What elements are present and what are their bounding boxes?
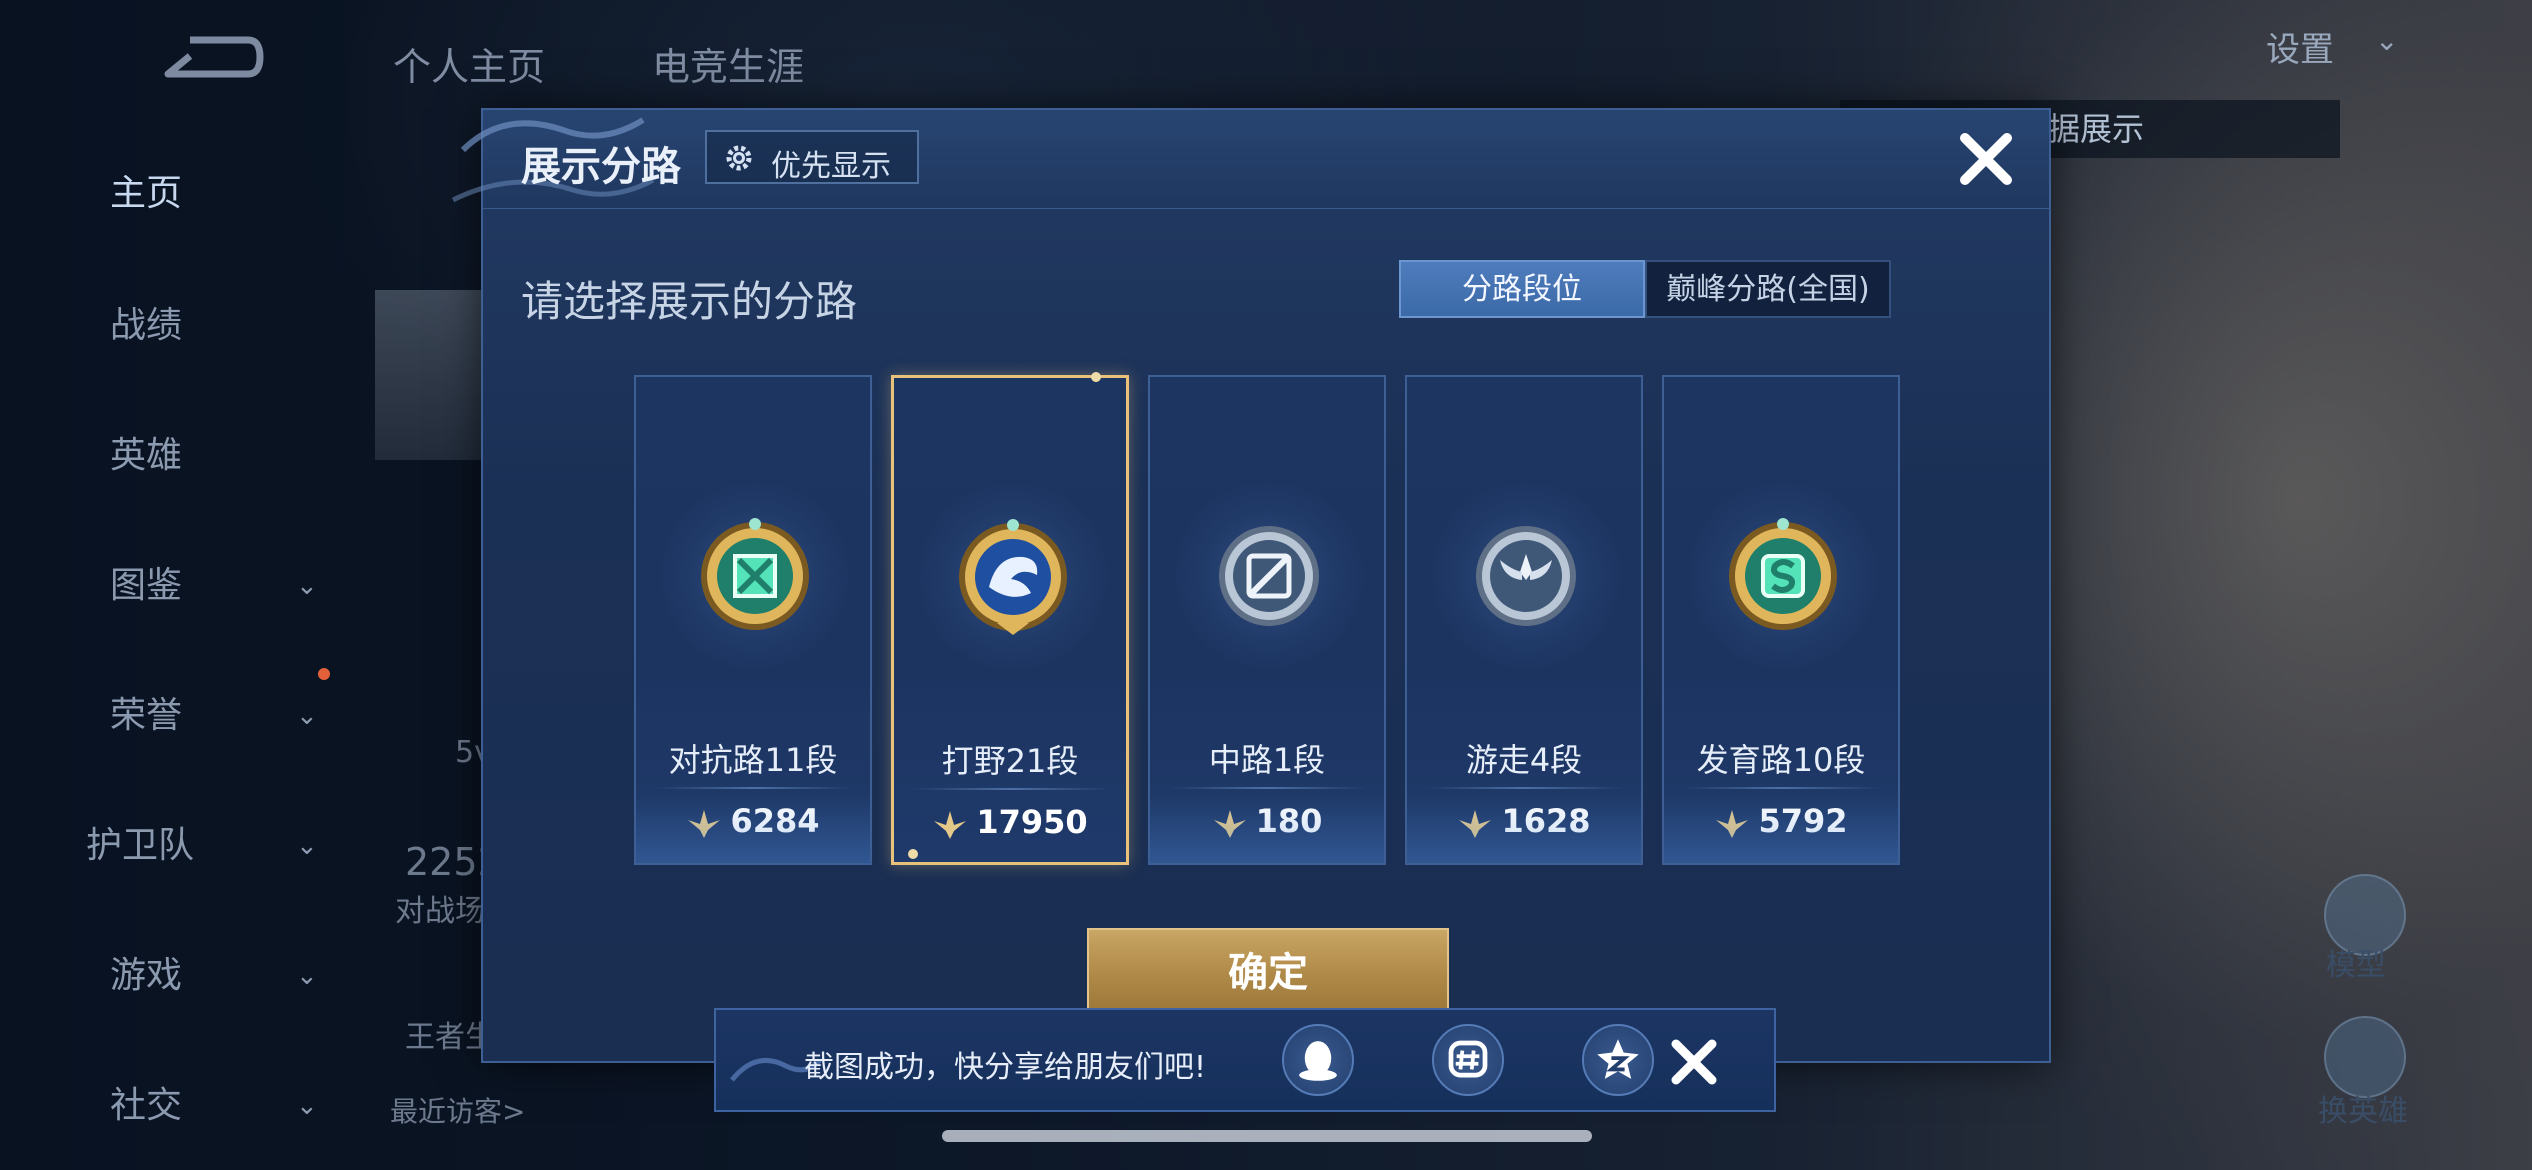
close-icon[interactable] [1951,124,2021,194]
star-glyph [1597,1039,1639,1079]
chevron-down-icon: ⌄ [296,961,318,991]
nav-item-label: 荣誉 [110,695,183,736]
card-glow [1150,793,1384,863]
chevron-down-icon: ⌄ [296,831,318,861]
card-glow [1664,793,1898,863]
lane-rank-label: 游走4段 [1465,741,1583,779]
notification-dot [318,668,330,680]
lane-rank-label: 发育路10段 [1696,741,1866,779]
divider [654,787,854,789]
tab-esports-career[interactable]: 电竞生涯 [652,36,804,91]
corner-sparkle [1091,372,1101,382]
close-icon[interactable] [1662,1030,1726,1094]
lane-display-dialog: 展示分路 优先显示 请选择展示的分路 分路段位 巅峰分路(全国) 对抗路11段 … [451,108,2051,1063]
nav-item-home[interactable]: 主页 [110,164,310,224]
clash-lane-emblem-icon [701,518,809,630]
qq-glyph [1299,1041,1337,1081]
corner-sparkle [908,849,918,859]
gear-icon [726,145,752,171]
chevron-down-icon: ⌄ [296,701,318,731]
toast-message: 截图成功，快分享给朋友们吧! [804,1050,1207,1085]
score-row: 17950 [894,803,1126,841]
lane-card-roam[interactable]: 游走4段 1628 [1405,375,1643,865]
score-value: 17950 [976,803,1088,841]
qq-icon[interactable] [1282,1024,1354,1096]
share-toast: 截图成功，快分享给朋友们吧! [714,1008,1776,1112]
divider [1168,787,1368,789]
chevron-down-icon: ⌄ [2375,24,2399,57]
qzone-icon[interactable] [1582,1024,1654,1096]
nav-item-label: 图鉴 [110,565,183,606]
swap-hero-label: 换英雄 [2318,1094,2408,1129]
nav-item-guard-team[interactable]: 护卫队 ⌄ [86,816,318,876]
nav-item-label: 护卫队 [86,825,195,866]
nav-item-heroes[interactable]: 英雄 [110,426,310,486]
nav-item-records[interactable]: 战绩 [110,296,310,356]
wechat-moments-icon[interactable] [1432,1024,1504,1096]
chevron-down-icon: ⌄ [296,1091,318,1121]
nav-item-games[interactable]: 游戏 ⌄ [110,946,318,1006]
settings-button[interactable]: 设置 [2266,22,2334,71]
card-glow [1407,793,1641,863]
mid-lane-emblem-icon [1219,526,1319,626]
nav-item-honor[interactable]: 荣誉 ⌄ [110,686,318,746]
priority-display-label: 优先显示 [771,149,891,184]
divider [1425,787,1625,789]
nav-item-codex[interactable]: 图鉴 ⌄ [110,556,318,616]
tab-peak-lane-national[interactable]: 巅峰分路(全国) [1645,260,1891,318]
nav-item-label: 战绩 [110,305,183,346]
lane-rank-label: 中路1段 [1208,741,1326,779]
divider [912,788,1112,790]
home-indicator[interactable] [942,1130,1592,1142]
nav-item-label: 英雄 [110,435,183,476]
lane-card-jungle[interactable]: 打野21段 17950 [891,372,1129,865]
points-icon [934,811,967,839]
confirm-button[interactable]: 确定 [1087,928,1449,1018]
lane-card-mid[interactable]: 中路1段 180 [1148,375,1386,865]
back-arrow-icon[interactable] [160,34,264,80]
chevron-down-icon: ⌄ [296,571,318,601]
nav-item-label: 游戏 [110,955,183,996]
card-glow [636,793,870,863]
background-text: 最近访客> [390,1095,526,1128]
lane-card-clash[interactable]: 对抗路11段 6284 [634,375,872,865]
jungle-dragon-emblem-icon [959,519,1067,635]
roam-wings-emblem-icon [1476,526,1576,626]
nav-item-social[interactable]: 社交 ⌄ [110,1076,318,1136]
tab-lane-rank[interactable]: 分路段位 [1399,260,1645,318]
divider [1682,787,1882,789]
hashtag-glyph [1448,1040,1488,1078]
nav-item-label: 社交 [110,1085,183,1126]
lane-rank-label: 对抗路11段 [668,741,838,779]
dialog-subtitle: 请选择展示的分路 [521,277,858,326]
background-text: 对战场 [395,894,485,929]
lane-rank-label: 打野21段 [941,742,1079,780]
avatar [375,290,485,460]
lane-card-farm[interactable]: 发育路10段 5792 [1662,375,1900,865]
nav-item-label: 主页 [110,173,183,214]
tab-personal-home[interactable]: 个人主页 [393,36,545,91]
dialog-title: 展示分路 [521,144,681,190]
model-label: 模型 [2326,948,2386,983]
priority-display-button[interactable]: 优先显示 [705,130,919,184]
side-navigation: 主页 战绩 英雄 图鉴 ⌄ 荣誉 ⌄ 护卫队 ⌄ 游戏 ⌄ 社交 ⌄ [0,0,345,1170]
farm-lane-emblem-icon [1729,518,1837,630]
